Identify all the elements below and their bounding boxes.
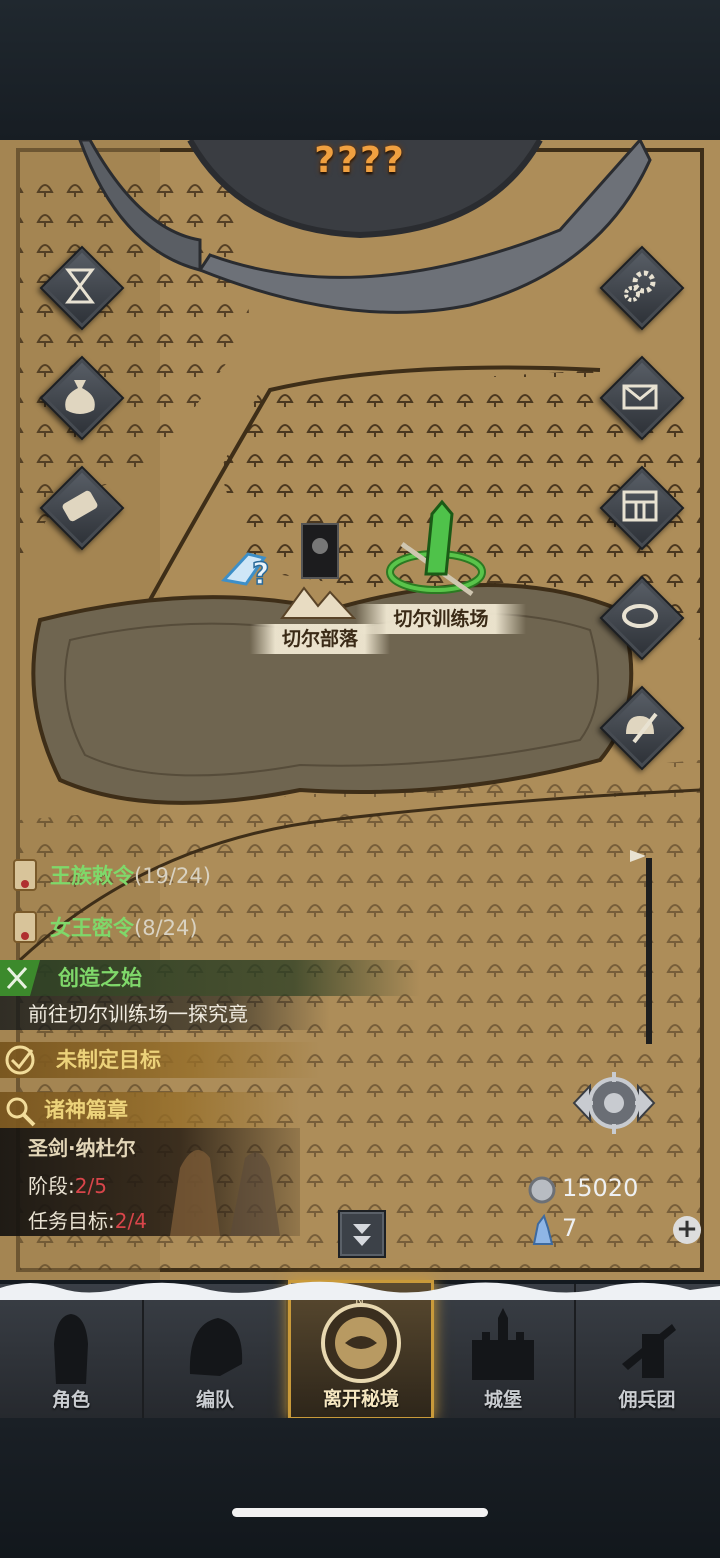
edict-scroll-icon <box>13 859 37 891</box>
goal-title[interactable]: 未制定目标 <box>56 1042 161 1078</box>
secret-order-scroll-icon <box>13 911 37 943</box>
task-label: 任务目标: <box>28 1209 115 1233</box>
nav-character[interactable]: 角色 <box>0 1284 144 1418</box>
map-title: ???? <box>314 140 406 181</box>
stage-value: 2/5 <box>74 1174 107 1198</box>
bottom-nav: 角色 编队 N 离开秘境 城堡 佣兵团 <box>0 1280 720 1420</box>
recenter-button[interactable] <box>556 1068 672 1138</box>
hourglass-icon <box>65 268 95 304</box>
stage-progress: 阶段:2/5 <box>28 1170 107 1199</box>
helmet-sword-icon <box>626 712 658 744</box>
nav-castle[interactable]: 城堡 <box>432 1284 576 1418</box>
quest-queen-order-count: (8/24) <box>134 916 198 940</box>
quest-scrollbar[interactable] <box>646 858 652 1044</box>
quest-queen-order-title: 女王密令 <box>50 916 134 940</box>
nav-leave-secret-realm-label: 离开秘境 <box>322 1388 399 1410</box>
task-value: 2/4 <box>114 1209 147 1233</box>
gear-icon <box>624 270 656 302</box>
drum-button[interactable] <box>599 575 685 661</box>
nav-character-label: 角色 <box>51 1389 90 1411</box>
money-bag-icon <box>65 380 95 414</box>
equipment-button[interactable] <box>599 685 685 771</box>
quest-royal-edict[interactable]: 王族敕令(19/24) <box>50 858 211 894</box>
main-quest-description[interactable]: 前往切尔训练场一探究竟 <box>28 996 248 1032</box>
quest-queen-order[interactable]: 女王密令(8/24) <box>50 910 198 946</box>
location-label-cher-training-ground[interactable]: 切尔训练场 <box>356 604 526 634</box>
scroll-icon <box>62 490 98 522</box>
flag-icon <box>630 850 646 862</box>
hero-portrait <box>170 1150 280 1236</box>
nav-formation-label: 编队 <box>195 1389 234 1411</box>
main-quest-title[interactable]: 创造之始 <box>58 960 142 996</box>
nav-mercenary[interactable]: 佣兵团 <box>576 1284 718 1418</box>
nav-castle-label: 城堡 <box>483 1389 522 1411</box>
status-bar-area <box>0 0 720 140</box>
nav-formation[interactable]: 编队 <box>144 1284 288 1418</box>
scroll-button[interactable] <box>39 465 125 551</box>
gods-chapter-title[interactable]: 诸神篇章 <box>44 1092 128 1128</box>
money-bag-button[interactable] <box>39 355 125 441</box>
bottom-safe-area <box>0 1418 720 1558</box>
crystal-amount: 7 <box>562 1214 578 1242</box>
castle-icon <box>472 1308 534 1380</box>
hourglass-button[interactable] <box>39 245 125 331</box>
quest-royal-edict-count: (19/24) <box>134 864 211 888</box>
home-indicator[interactable] <box>232 1508 488 1517</box>
mercenary-icon <box>622 1324 676 1378</box>
collapse-down-icon <box>353 1224 371 1246</box>
mail-icon <box>622 384 658 410</box>
mountains-icon <box>280 586 356 619</box>
mail-button[interactable] <box>599 355 685 441</box>
task-progress: 任务目标:2/4 <box>28 1205 147 1234</box>
knight-icon <box>54 1314 88 1384</box>
stage-label: 阶段: <box>28 1174 75 1198</box>
crystal-icon <box>532 1214 554 1245</box>
collapse-panel-button[interactable] <box>338 1210 386 1258</box>
silver-coin-icon <box>528 1176 556 1204</box>
helmet-icon <box>189 1318 243 1376</box>
unknown-quest-marker-icon[interactable]: ? <box>218 540 282 604</box>
quest-royal-edict-title: 王族敕令 <box>50 864 134 888</box>
magnifier-icon <box>6 1097 36 1127</box>
gate-icon <box>622 490 658 522</box>
nav-mercenary-label: 佣兵团 <box>618 1389 676 1411</box>
settings-button[interactable] <box>599 245 685 331</box>
drum-icon <box>622 604 658 628</box>
snow-edge <box>0 1281 720 1300</box>
dark-banner-icon <box>301 523 339 579</box>
target-icon <box>5 1045 35 1075</box>
add-currency-button[interactable]: + <box>673 1216 701 1244</box>
hero-name: 圣剑·纳杜尔 <box>28 1136 136 1160</box>
nav-leave-secret-realm[interactable]: N 离开秘境 <box>288 1280 434 1420</box>
gate-button[interactable] <box>599 465 685 551</box>
silver-amount: 15020 <box>562 1174 639 1202</box>
training-ground-marker-icon[interactable] <box>382 494 492 604</box>
svg-text:?: ? <box>252 557 269 592</box>
compass-map-icon: N <box>321 1294 401 1383</box>
crossed-swords-icon <box>0 960 40 996</box>
